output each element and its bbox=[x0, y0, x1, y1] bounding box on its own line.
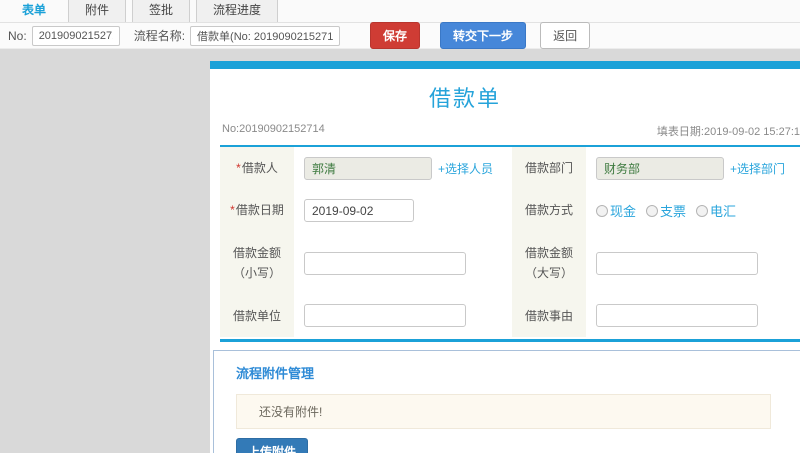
loan-unit-label: 借款单位 bbox=[220, 294, 294, 337]
doc-number: No:20190902152714 bbox=[222, 123, 325, 135]
fill-date: 填表日期:2019-09-02 15:27:1 bbox=[656, 126, 800, 138]
save-button[interactable]: 保存 bbox=[370, 22, 421, 49]
attachments-heading: 流程附件管理 bbox=[236, 365, 315, 381]
borrower-label: *借款人 bbox=[220, 147, 294, 190]
loan-date-label: *借款日期 bbox=[220, 189, 294, 232]
attachments-section: 流程附件管理 还没有附件! 上传附件 bbox=[213, 349, 800, 453]
radio-wire-transfer[interactable]: 电汇 bbox=[696, 201, 736, 220]
amount-lowercase-label: 借款金额（小写） bbox=[220, 231, 294, 295]
panel-top-accent-bar bbox=[210, 61, 800, 69]
radio-cheque[interactable]: 支票 bbox=[646, 201, 686, 220]
no-attachments-alert: 还没有附件! bbox=[236, 393, 771, 429]
toolbar: No: 流程名称: 保存 转交下一步 返回 bbox=[0, 22, 800, 49]
loan-date-input[interactable] bbox=[304, 199, 414, 223]
select-person-link[interactable]: +选择人员 bbox=[438, 160, 493, 177]
tab-bar: 表单 附件 签批 流程进度 bbox=[0, 0, 800, 23]
upload-attachment-button[interactable]: 上传附件 bbox=[236, 437, 309, 453]
radio-circle-icon bbox=[596, 204, 608, 217]
no-input[interactable] bbox=[31, 25, 120, 46]
no-label: No: bbox=[8, 28, 27, 43]
form-header: 借款单 No:20190902152714 填表日期:2019-09-02 15… bbox=[210, 69, 800, 143]
radio-circle-icon bbox=[646, 204, 659, 217]
form-bottom-divider bbox=[220, 338, 800, 342]
select-dept-link[interactable]: +选择部门 bbox=[730, 160, 785, 177]
amount-lowercase-input[interactable] bbox=[304, 251, 466, 275]
amount-uppercase-label: 借款金额（大写） bbox=[512, 231, 586, 295]
tab-approval[interactable]: 签批 bbox=[132, 0, 191, 22]
loan-unit-input[interactable] bbox=[304, 304, 466, 328]
dept-label: 借款部门 bbox=[512, 147, 586, 190]
loan-form-panel: 借款单 No:20190902152714 填表日期:2019-09-02 15… bbox=[210, 61, 800, 453]
tab-attachments[interactable]: 附件 bbox=[68, 0, 127, 22]
page-title: 借款单 bbox=[428, 86, 501, 111]
loan-form-grid: *借款人 +选择人员 借款部门 +选择部门 *借款日期 借款方式 现金 bbox=[220, 147, 800, 337]
loan-reason-label: 借款事由 bbox=[512, 294, 586, 337]
tab-process-progress[interactable]: 流程进度 bbox=[196, 0, 279, 22]
amount-uppercase-input[interactable] bbox=[596, 251, 758, 275]
tab-form[interactable]: 表单 bbox=[6, 0, 62, 22]
required-asterisk: * bbox=[236, 161, 241, 175]
process-name-label: 流程名称: bbox=[133, 29, 186, 43]
workspace: 借款单 No:20190902152714 填表日期:2019-09-02 15… bbox=[0, 49, 800, 453]
required-asterisk: * bbox=[230, 203, 235, 218]
radio-cash[interactable]: 现金 bbox=[596, 201, 636, 220]
radio-circle-icon bbox=[696, 204, 709, 217]
process-name-input[interactable] bbox=[190, 25, 341, 46]
loan-method-label: 借款方式 bbox=[512, 189, 586, 232]
back-button[interactable]: 返回 bbox=[540, 22, 591, 49]
borrower-input[interactable] bbox=[304, 156, 432, 180]
forward-next-step-button[interactable]: 转交下一步 bbox=[440, 22, 527, 49]
loan-reason-input[interactable] bbox=[596, 304, 758, 328]
dept-input[interactable] bbox=[596, 156, 724, 180]
